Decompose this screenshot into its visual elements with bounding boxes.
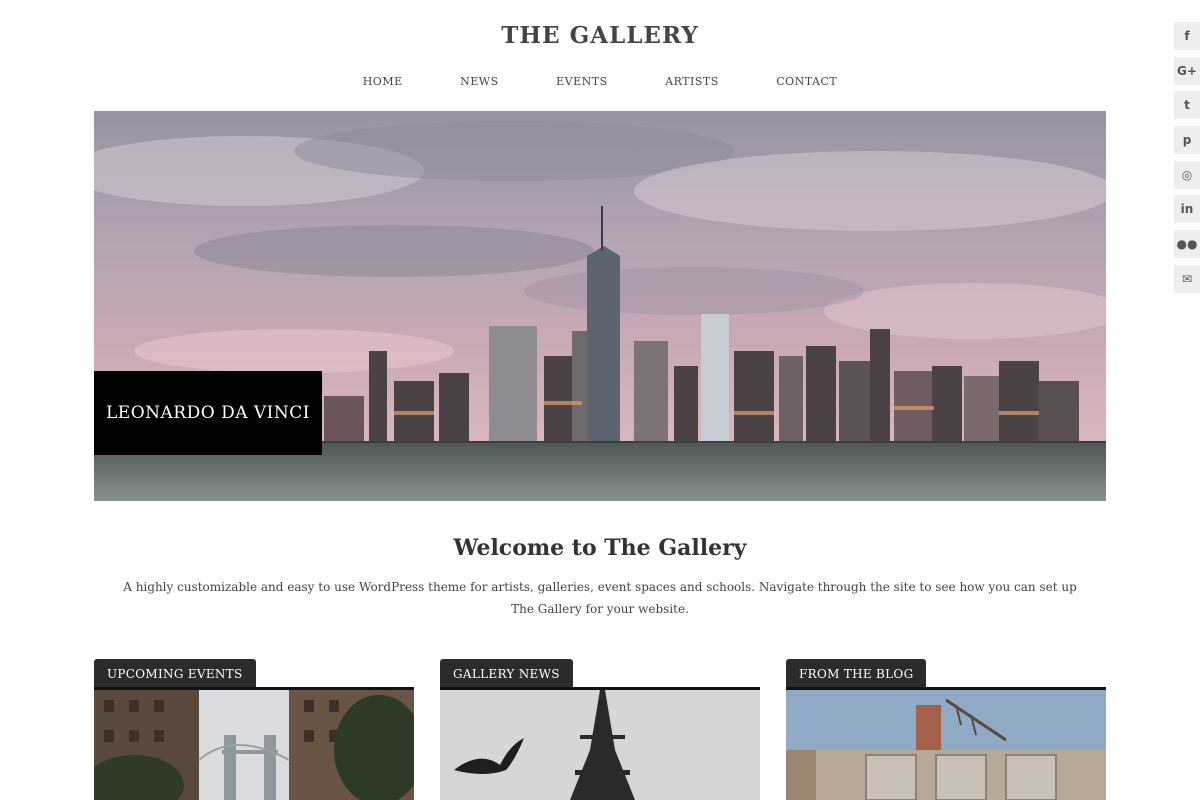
hero-slider[interactable]: LEONARDO DA VINCI [94, 111, 1106, 501]
nav-events[interactable]: EVENTS [554, 73, 610, 90]
google-plus-icon[interactable]: G+ [1174, 56, 1200, 85]
pinterest-icon[interactable]: p [1174, 126, 1200, 155]
hero-caption[interactable]: LEONARDO DA VINCI [94, 371, 322, 455]
welcome-title: Welcome to The Gallery [453, 535, 747, 561]
upcoming-events-card[interactable]: UPCOMING EVENTS [94, 659, 414, 800]
email-icon[interactable]: ✉ [1174, 264, 1200, 293]
site-title[interactable]: THE GALLERY [0, 22, 1200, 49]
flickr-icon[interactable]: ●● [1174, 230, 1200, 259]
gallery-news-image[interactable] [440, 690, 760, 800]
upcoming-events-image[interactable] [94, 690, 414, 800]
main-nav: HOME NEWS EVENTS ARTISTS CONTACT [0, 73, 1200, 90]
nav-contact[interactable]: CONTACT [774, 73, 839, 90]
nav-home[interactable]: HOME [361, 73, 405, 90]
nav-artists[interactable]: ARTISTS [663, 73, 721, 90]
social-sidebar: f G+ t p ◎ in ●● ✉ [1174, 22, 1200, 300]
instagram-icon[interactable]: ◎ [1174, 160, 1200, 189]
twitter-icon[interactable]: t [1174, 91, 1200, 120]
linkedin-icon[interactable]: in [1174, 195, 1200, 224]
upcoming-events-tab[interactable]: UPCOMING EVENTS [94, 659, 256, 690]
from-the-blog-tab[interactable]: FROM THE BLOG [786, 659, 927, 690]
facebook-icon[interactable]: f [1174, 22, 1200, 50]
welcome-text: A highly customizable and easy to use Wo… [123, 580, 1077, 616]
gallery-news-tab[interactable]: GALLERY NEWS [440, 659, 573, 690]
from-the-blog-card[interactable]: FROM THE BLOG [786, 659, 1106, 800]
from-the-blog-image[interactable] [786, 690, 1106, 800]
gallery-news-card[interactable]: GALLERY NEWS [440, 659, 760, 800]
nav-news[interactable]: NEWS [458, 73, 501, 90]
